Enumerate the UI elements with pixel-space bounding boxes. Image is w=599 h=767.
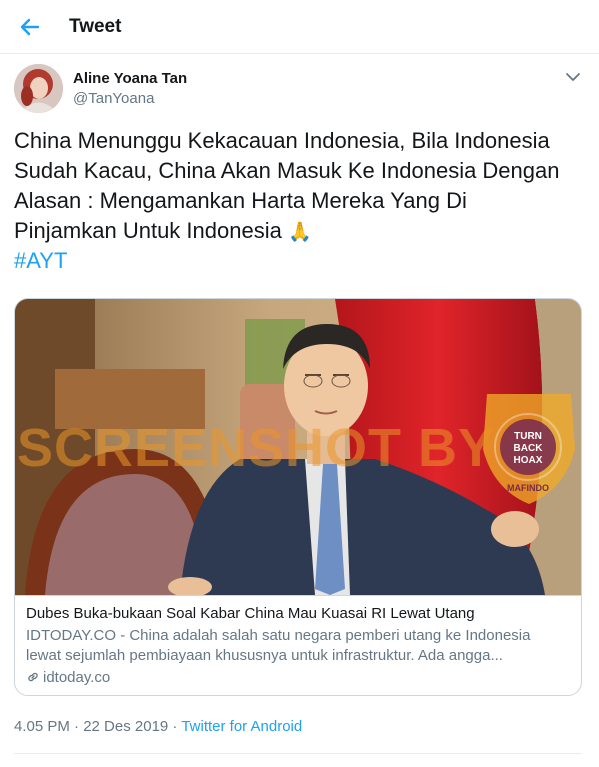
screenshot-watermark: SCREENSHOT BY	[17, 418, 496, 478]
page-title: Tweet	[69, 16, 122, 37]
tweet-source-link[interactable]: Twitter for Android	[181, 718, 302, 735]
link-preview-card[interactable]: TURN BACK HOAX MAFINDO SCREENSHOT BY Dub…	[14, 298, 582, 696]
author-handle[interactable]: @TanYoana	[73, 90, 154, 107]
svg-text:HOAX: HOAX	[514, 455, 543, 466]
avatar[interactable]	[14, 64, 63, 113]
chevron-down-icon[interactable]	[564, 70, 582, 84]
svg-text:BACK: BACK	[514, 443, 544, 454]
svg-text:MAFINDO: MAFINDO	[507, 483, 549, 493]
tweet-timestamp[interactable]: 4.05 PM · 22 Des 2019 ·	[14, 718, 181, 735]
card-description: IDTODAY.CO - China adalah salah satu neg…	[26, 627, 531, 664]
hashtag-link[interactable]: #AYT	[14, 246, 67, 276]
svg-text:TURN: TURN	[514, 431, 542, 442]
tweet-body: China Menunggu Kekacauan Indonesia, Bila…	[14, 128, 560, 243]
folded-hands-emoji: 🙏	[287, 222, 312, 243]
card-title: Dubes Buka-bukaan Soal Kabar China Mau K…	[26, 605, 475, 622]
divider	[14, 753, 582, 754]
card-image: TURN BACK HOAX MAFINDO SCREENSHOT BY	[15, 299, 581, 597]
back-button[interactable]	[18, 15, 42, 39]
author-name[interactable]: Aline Yoana Tan	[73, 70, 187, 87]
tweet-header: Tweet	[0, 0, 599, 54]
card-domain-text: idtoday.co	[43, 669, 111, 686]
arrow-left-icon	[20, 18, 40, 36]
link-icon	[28, 672, 38, 682]
tweet-text: China Menunggu Kekacauan Indonesia, Bila…	[14, 126, 584, 248]
tweet-meta: 4.05 PM · 22 Des 2019 · Twitter for Andr…	[14, 718, 302, 735]
card-domain: idtoday.co	[26, 669, 110, 686]
card-body: Dubes Buka-bukaan Soal Kabar China Mau K…	[15, 595, 581, 695]
